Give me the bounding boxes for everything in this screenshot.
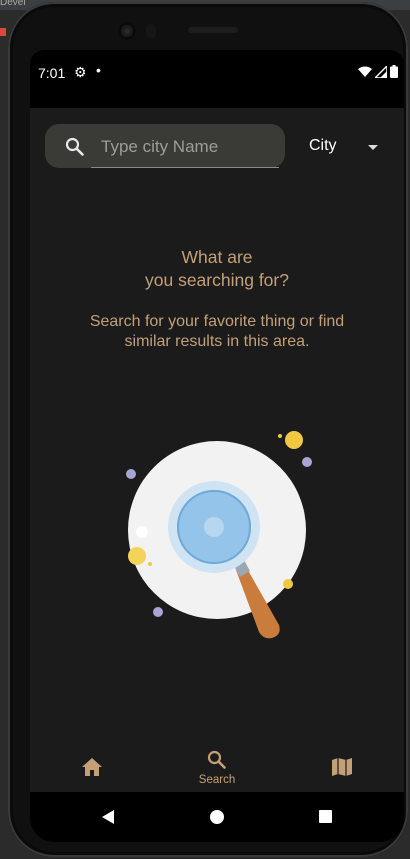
recents-icon[interactable]: [319, 810, 332, 823]
search-type-dropdown[interactable]: City: [309, 136, 379, 158]
battery-icon: [390, 65, 398, 78]
city-search-input[interactable]: [99, 134, 279, 160]
empty-state-title: What are you searching for?: [30, 246, 404, 292]
system-navigation-bar: [30, 792, 404, 842]
search-bar[interactable]: [45, 124, 285, 168]
empty-state-subtitle-line2: similar results in this area.: [124, 333, 310, 350]
nav-item-search[interactable]: Search: [177, 740, 257, 792]
search-icon: [207, 750, 226, 769]
empty-state-subtitle: Search for your favorite thing or find s…: [50, 312, 384, 352]
empty-state-subtitle-line1: Search for your favorite thing or find: [89, 313, 345, 330]
home-button-icon[interactable]: [210, 810, 224, 824]
magnifier-illustration: [126, 431, 312, 639]
app-screen: 7:01 ⚙ • Type city Name City What are yo…: [30, 50, 404, 842]
dropdown-selected-value: City: [309, 137, 337, 154]
gear-icon: ⚙: [74, 64, 87, 80]
nav-label-search: Search: [198, 774, 236, 786]
map-icon: [332, 758, 352, 776]
status-bar: 7:01 ⚙ •: [30, 50, 404, 108]
earpiece-speaker: [188, 27, 238, 33]
nav-item-map[interactable]: [302, 740, 382, 792]
search-icon: [65, 137, 84, 156]
chevron-down-icon: [368, 145, 378, 150]
proximity-sensor: [146, 24, 156, 38]
front-camera: [118, 22, 136, 40]
nav-item-home[interactable]: [52, 740, 132, 792]
status-icons: [358, 65, 398, 78]
wifi-icon: [358, 66, 372, 77]
status-time: 7:01: [38, 65, 66, 81]
device-frame: 7:01 ⚙ • Type city Name City What are yo…: [8, 2, 408, 857]
empty-state-title-line2: you searching for?: [145, 270, 289, 290]
home-icon: [82, 758, 102, 776]
bottom-navigation: Search: [30, 740, 404, 792]
empty-state-title-line1: What are: [181, 247, 253, 267]
notification-dot-icon: •: [96, 62, 101, 78]
ide-marker: [0, 28, 6, 36]
back-icon[interactable]: [102, 810, 114, 824]
search-input-underline: [91, 167, 279, 168]
signal-icon: [375, 65, 387, 78]
ide-title: Devel: [0, 0, 26, 8]
